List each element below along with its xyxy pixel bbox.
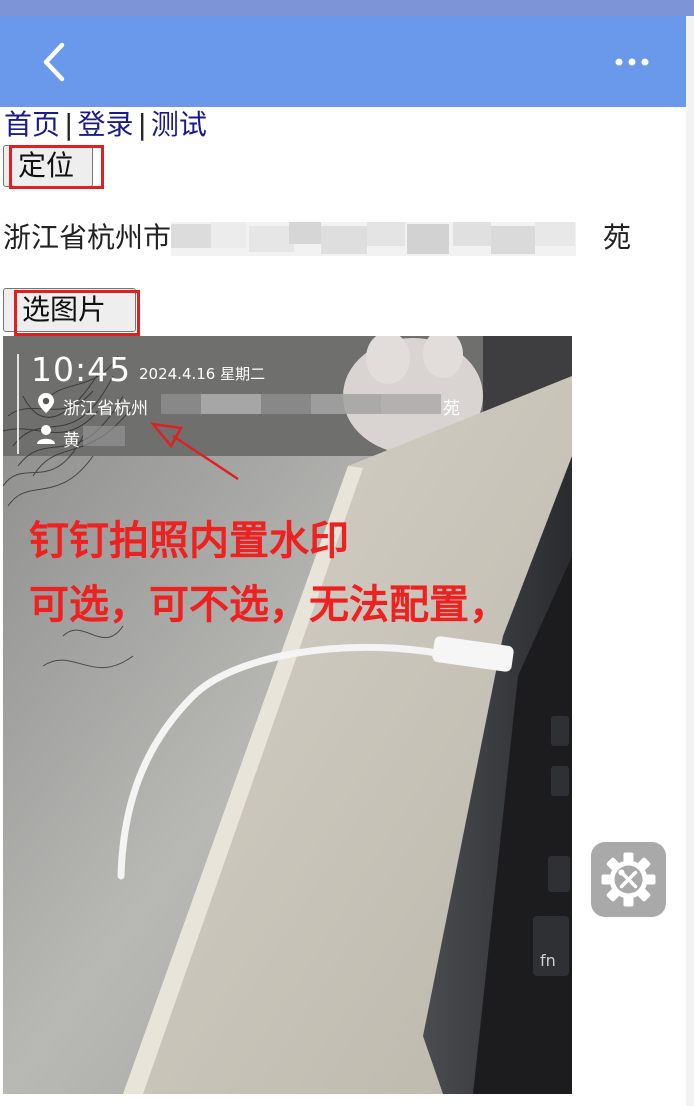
watermark-location-redacted <box>161 394 441 414</box>
link-login[interactable]: 登录 <box>77 108 133 141</box>
pick-image-button[interactable]: 选图片 <box>3 288 136 332</box>
address-prefix: 浙江省杭州市 <box>3 221 172 254</box>
address-redacted <box>171 222 577 256</box>
annotation-line-1: 钉钉拍照内置水印 <box>29 518 349 564</box>
watermark-time: 10:45 <box>31 350 132 389</box>
location-pin-icon <box>38 393 54 413</box>
gear-tools-icon <box>601 852 656 907</box>
address-text: 浙江省杭州市 <box>3 218 577 258</box>
link-separator: | <box>64 108 74 141</box>
locate-button[interactable]: 定位 <box>3 145 93 187</box>
link-test[interactable]: 测试 <box>151 108 207 141</box>
photo-scene: fn <box>3 336 572 1094</box>
back-button[interactable] <box>36 41 76 83</box>
status-bar <box>0 0 694 16</box>
link-home[interactable]: 首页 <box>4 108 60 141</box>
nav-bar <box>0 16 686 107</box>
selected-photo: fn 10:45 2024.4.16 星期二 浙江省杭州 苑 黄 钉钉拍照内置水… <box>3 336 572 1094</box>
annotation-line-2: 可选，可不选，无法配置， <box>29 582 509 628</box>
watermark-location-suffix: 苑 <box>443 399 460 419</box>
chevron-left-icon <box>43 42 65 82</box>
link-separator: | <box>137 108 147 141</box>
page-right-edge <box>686 16 694 1106</box>
more-dots-icon <box>615 58 649 66</box>
settings-fab[interactable] <box>591 842 666 917</box>
watermark-date: 2024.4.16 星期二 <box>139 365 266 383</box>
fn-key-label: fn <box>540 951 556 970</box>
top-links: 首页 | 登录 | 测试 <box>4 107 207 143</box>
watermark-name-redacted <box>83 426 125 446</box>
watermark-name: 黄 <box>63 431 80 451</box>
more-button[interactable] <box>608 50 656 74</box>
address-suffix: 苑 <box>603 221 632 254</box>
person-icon <box>37 425 55 444</box>
watermark-location: 浙江省杭州 <box>63 399 148 419</box>
